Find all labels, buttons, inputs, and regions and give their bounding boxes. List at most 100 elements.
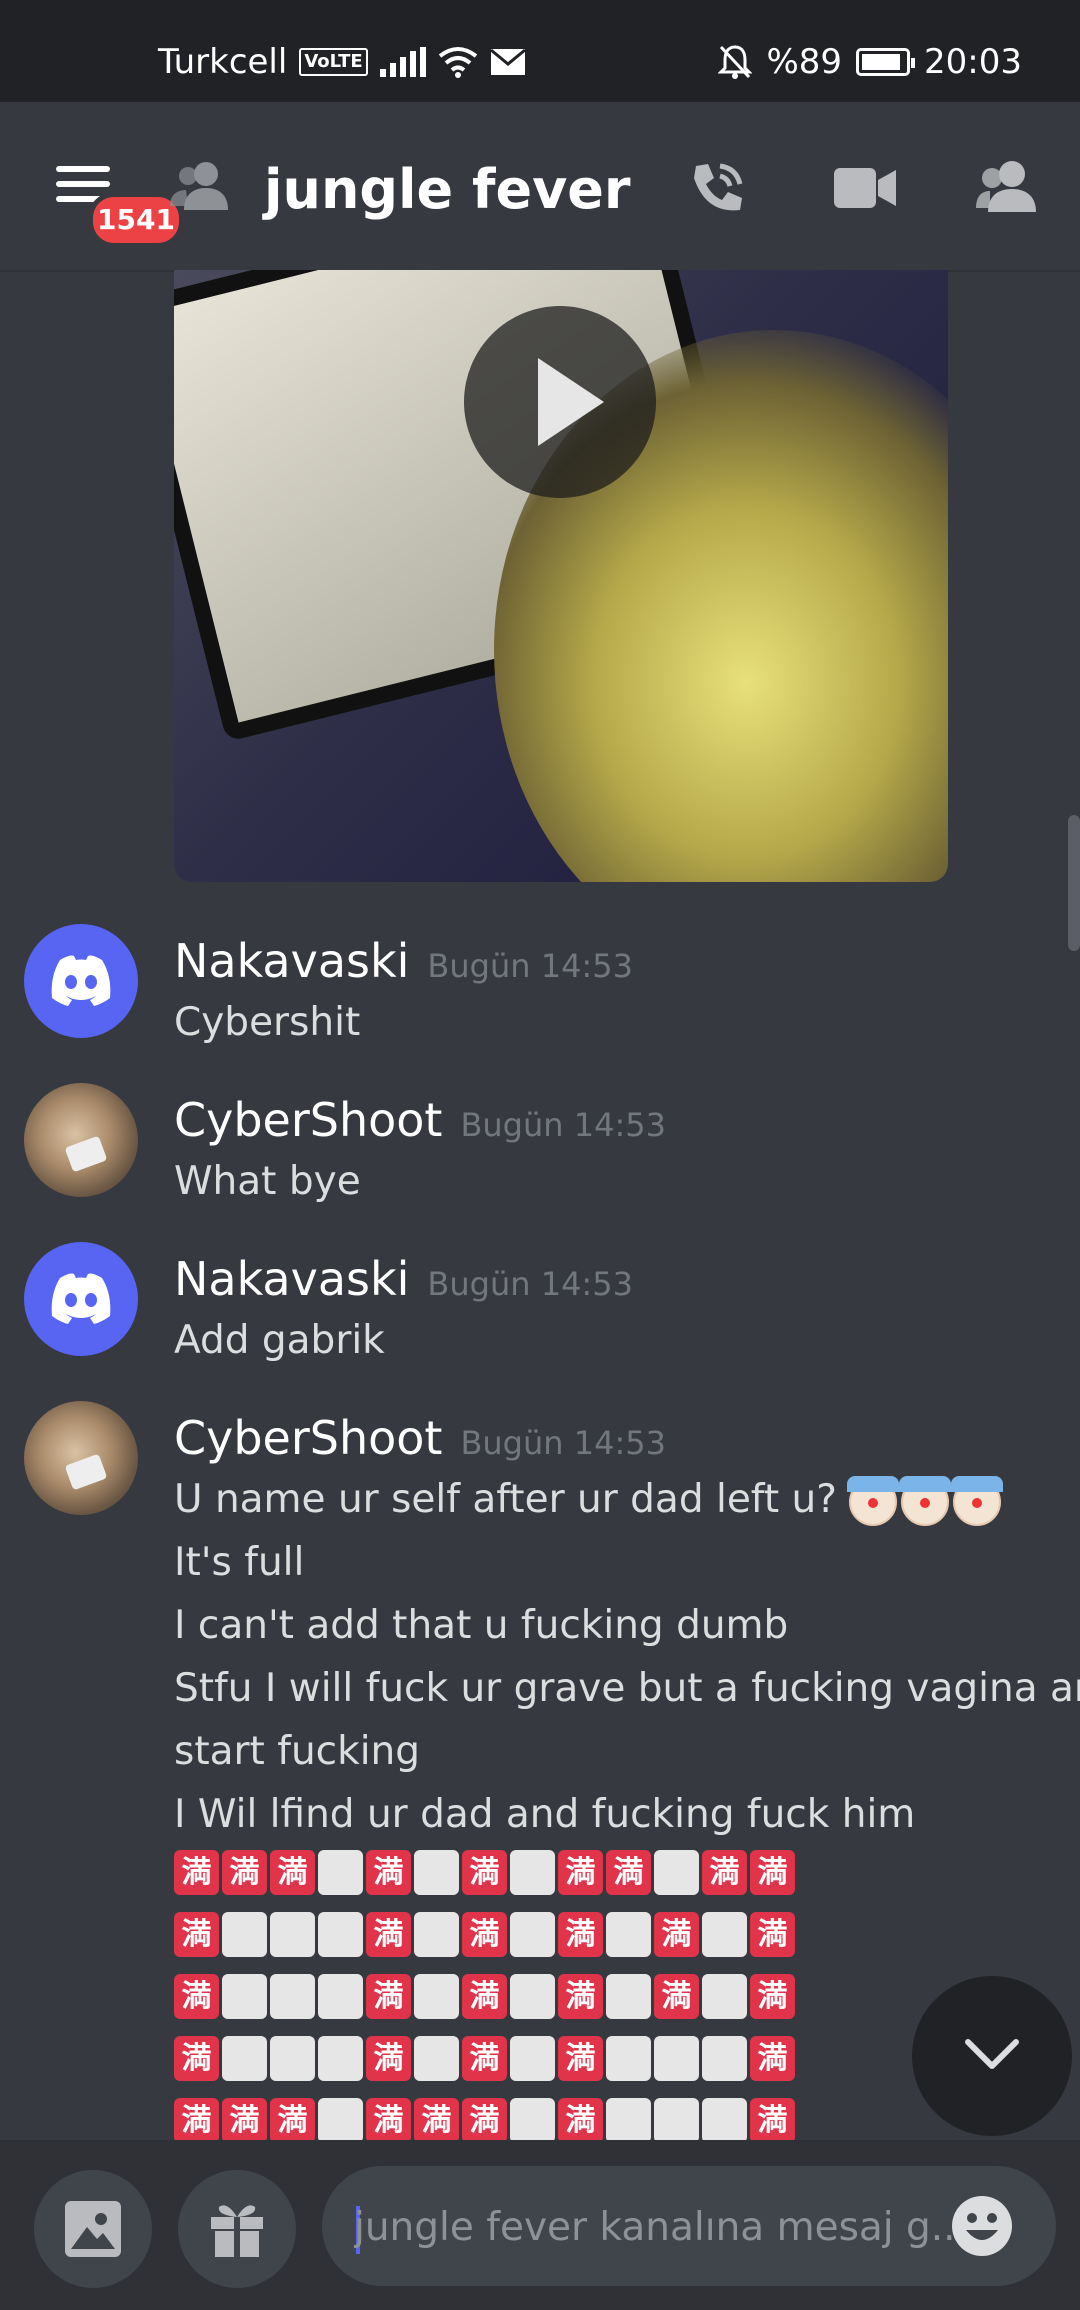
message-author[interactable]: CyberShoot Bugün 14:53 xyxy=(174,1093,666,1147)
gift-icon xyxy=(211,2205,263,2257)
message-input[interactable] xyxy=(352,2188,956,2266)
white-square-emoji xyxy=(606,1974,651,2019)
white-square-emoji xyxy=(222,1974,267,2019)
emoji-row: 満満満満満満 xyxy=(174,1912,795,1957)
mute-bell-icon xyxy=(718,45,753,79)
image-upload-button[interactable] xyxy=(34,2170,152,2288)
message-text: It's full xyxy=(174,1540,305,1585)
message-composer xyxy=(0,2140,1080,2310)
red-ideograph-emoji: 満 xyxy=(222,1850,267,1895)
red-ideograph-emoji: 満 xyxy=(750,2036,795,2081)
battery-percent: %89 xyxy=(766,42,843,82)
author-name[interactable]: CyberShoot xyxy=(174,1093,442,1147)
video-attachment[interactable] xyxy=(174,270,948,882)
red-ideograph-emoji: 満 xyxy=(750,1850,795,1895)
video-call-icon[interactable] xyxy=(834,164,896,212)
message-text: Stfu I will fuck ur grave but a fucking … xyxy=(174,1666,1080,1711)
red-ideograph-emoji: 満 xyxy=(750,1974,795,2019)
carrier-name: Turkcell xyxy=(158,42,288,82)
red-ideograph-emoji: 満 xyxy=(750,1912,795,1957)
image-icon xyxy=(65,2201,121,2257)
message-line: U name ur self after ur dad left u? xyxy=(174,1477,837,1522)
red-ideograph-emoji: 満 xyxy=(174,1974,219,2019)
white-square-emoji xyxy=(318,1850,363,1895)
red-ideograph-emoji: 満 xyxy=(558,1850,603,1895)
avatar[interactable] xyxy=(24,1242,138,1356)
message-text: What bye xyxy=(174,1159,361,1204)
wifi-icon xyxy=(438,47,477,78)
emoji-icon[interactable] xyxy=(950,2194,1014,2258)
white-square-emoji xyxy=(654,1850,699,1895)
red-ideograph-emoji: 満 xyxy=(606,1850,651,1895)
white-square-emoji xyxy=(318,2036,363,2081)
author-name[interactable]: Nakavaski xyxy=(174,934,409,988)
author-name[interactable]: Nakavaski xyxy=(174,1252,409,1306)
white-square-emoji xyxy=(318,2098,363,2140)
white-square-emoji xyxy=(318,1974,363,2019)
emoji-row: 満満満満満満満満満 xyxy=(174,1850,795,1895)
red-ideograph-emoji: 満 xyxy=(174,2098,219,2140)
white-square-emoji xyxy=(414,2036,459,2081)
message-timestamp: Bugün 14:53 xyxy=(460,1424,666,1462)
red-ideograph-emoji: 満 xyxy=(558,1912,603,1957)
white-square-emoji xyxy=(606,2098,651,2140)
white-square-emoji xyxy=(270,1974,315,2019)
discord-icon xyxy=(51,955,111,1006)
white-square-emoji xyxy=(510,1912,555,1957)
message-text: I can't add that u fucking dumb xyxy=(174,1603,789,1648)
avatar[interactable] xyxy=(24,924,138,1038)
red-ideograph-emoji: 満 xyxy=(270,1850,315,1895)
clown-emoji xyxy=(899,1475,952,1526)
play-icon[interactable] xyxy=(464,306,656,498)
discord-icon xyxy=(51,1273,111,1324)
white-square-emoji xyxy=(270,1912,315,1957)
white-square-emoji xyxy=(654,2098,699,2140)
avatar[interactable] xyxy=(24,1083,138,1197)
message-author[interactable]: Nakavaski Bugün 14:53 xyxy=(174,934,633,988)
message-text: start fucking xyxy=(174,1729,421,1774)
message-timestamp: Bugün 14:53 xyxy=(460,1106,666,1144)
gift-button[interactable] xyxy=(178,2170,296,2288)
white-square-emoji xyxy=(414,1974,459,2019)
status-bar: Turkcell VoLTE %89 20:03 xyxy=(0,0,1080,102)
members-icon[interactable] xyxy=(976,158,1040,214)
emoji-grid: 満満満満満満満満満満満満満満満満満満満満満満満満満満満満満満満満満満 xyxy=(174,1850,795,2140)
jump-to-bottom-button[interactable] xyxy=(912,1976,1072,2136)
clown-emoji xyxy=(847,1475,900,1526)
red-ideograph-emoji: 満 xyxy=(222,2098,267,2140)
message-text: Add gabrik xyxy=(174,1318,385,1363)
clown-emoji xyxy=(951,1475,1004,1526)
call-icon[interactable] xyxy=(686,158,748,220)
white-square-emoji xyxy=(414,1850,459,1895)
group-icon xyxy=(170,162,228,210)
white-square-emoji xyxy=(222,2036,267,2081)
white-square-emoji xyxy=(510,1850,555,1895)
red-ideograph-emoji: 満 xyxy=(558,2098,603,2140)
red-ideograph-emoji: 満 xyxy=(174,1850,219,1895)
red-ideograph-emoji: 満 xyxy=(750,2098,795,2140)
red-ideograph-emoji: 満 xyxy=(462,2098,507,2140)
battery-icon xyxy=(856,48,916,76)
red-ideograph-emoji: 満 xyxy=(462,1850,507,1895)
white-square-emoji xyxy=(606,1912,651,1957)
avatar[interactable] xyxy=(24,1401,138,1515)
message-author[interactable]: Nakavaski Bugün 14:53 xyxy=(174,1252,633,1306)
red-ideograph-emoji: 満 xyxy=(270,2098,315,2140)
red-ideograph-emoji: 満 xyxy=(462,2036,507,2081)
emoji-row: 満満満満満満 xyxy=(174,1974,795,2019)
chevron-down-icon xyxy=(965,2039,1019,2069)
message-text: I Wil lfind ur dad and fucking fuck him xyxy=(174,1792,916,1837)
red-ideograph-emoji: 満 xyxy=(558,1974,603,2019)
red-ideograph-emoji: 満 xyxy=(558,2036,603,2081)
author-name[interactable]: CyberShoot xyxy=(174,1411,442,1465)
white-square-emoji xyxy=(606,2036,651,2081)
channel-header: 1541 jungle fever xyxy=(0,102,1080,270)
message-author[interactable]: CyberShoot Bugün 14:53 xyxy=(174,1411,666,1465)
red-ideograph-emoji: 満 xyxy=(366,1850,411,1895)
clock: 20:03 xyxy=(924,42,1022,82)
red-ideograph-emoji: 満 xyxy=(462,1974,507,2019)
message-timestamp: Bugün 14:53 xyxy=(427,947,633,985)
message-input-container[interactable] xyxy=(322,2166,1056,2286)
scrollbar-thumb[interactable] xyxy=(1068,815,1080,951)
message-text: Cybershit xyxy=(174,1000,361,1045)
